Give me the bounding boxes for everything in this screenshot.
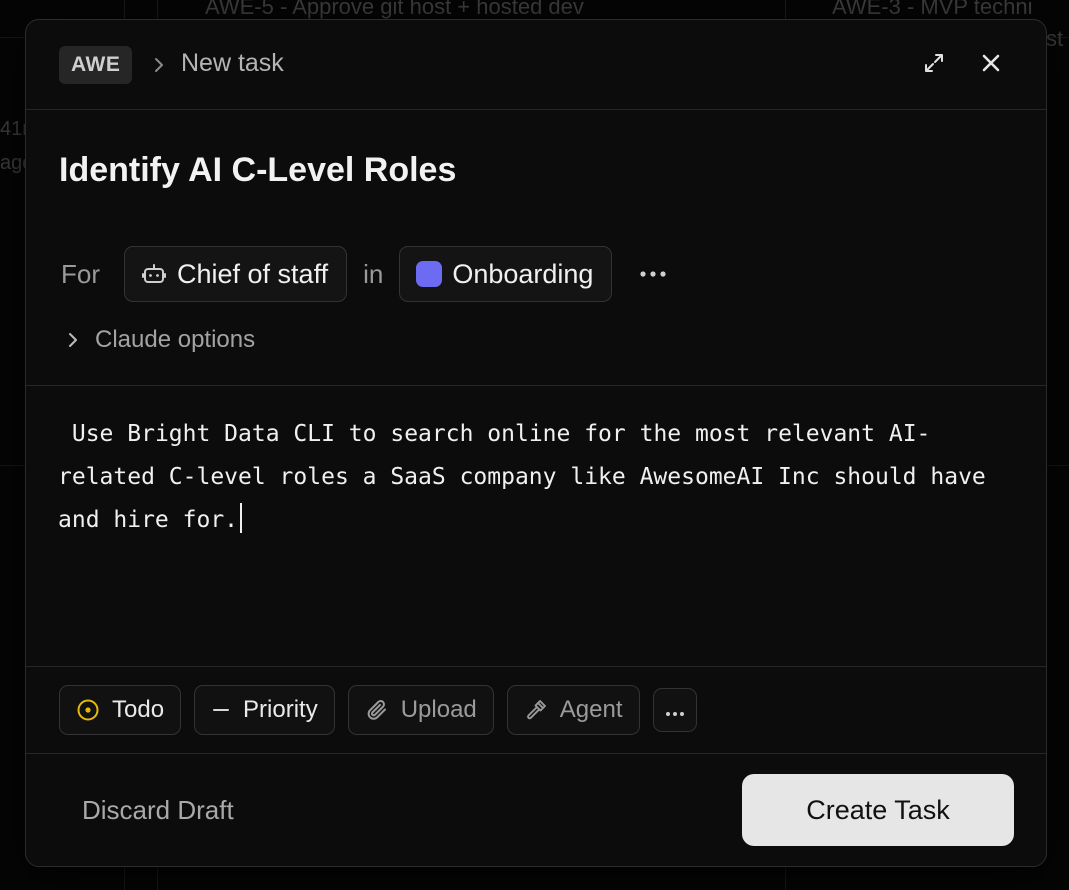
for-label: For xyxy=(61,258,100,289)
section-divider xyxy=(26,666,1046,667)
in-label: in xyxy=(363,258,384,289)
upload-button[interactable]: Upload xyxy=(347,685,494,735)
description-editor[interactable]: Use Bright Data CLI to search online for… xyxy=(58,413,998,542)
project-color-icon xyxy=(416,261,443,287)
expand-button[interactable] xyxy=(919,50,949,80)
agent-label: Agent xyxy=(559,696,623,723)
project-key-badge[interactable]: AWE xyxy=(59,46,133,84)
board-card-title: AWE-3 - MVP techni xyxy=(832,0,1033,19)
breadcrumb-chevron-icon xyxy=(149,48,169,82)
assignee-label: Chief of staff xyxy=(177,258,329,289)
board-card-title: AWE-5 - Approve git host + hosted dev xyxy=(205,0,584,19)
dialog-header: AWE New task xyxy=(26,20,1046,110)
claude-options-toggle[interactable]: Claude options xyxy=(61,326,255,354)
discard-draft-button[interactable]: Discard Draft xyxy=(82,795,234,826)
agent-button[interactable]: Agent xyxy=(506,685,640,735)
chevron-right-icon xyxy=(61,331,85,349)
description-text: Use Bright Data CLI to search online for… xyxy=(58,421,1000,533)
more-options-button[interactable] xyxy=(638,259,668,289)
priority-label: Priority xyxy=(243,696,318,723)
text-caret xyxy=(240,503,243,533)
project-selector[interactable]: Onboarding xyxy=(399,246,613,302)
more-horizontal-icon xyxy=(639,265,667,283)
breadcrumb-title: New task xyxy=(181,49,284,77)
bot-icon xyxy=(141,261,167,287)
more-properties-button[interactable] xyxy=(652,688,697,732)
status-button[interactable]: Todo xyxy=(59,685,182,735)
assignment-row: For Chief of staff in Onboarding xyxy=(61,245,668,303)
section-divider xyxy=(26,753,1046,754)
task-properties-toolbar: Todo Priority Upload Agent xyxy=(59,685,710,735)
paperclip-icon xyxy=(365,698,389,722)
board-card-fragment: st xyxy=(1046,26,1064,51)
section-divider xyxy=(26,385,1046,386)
claude-options-label: Claude options xyxy=(95,326,256,353)
upload-label: Upload xyxy=(400,696,477,723)
status-todo-icon xyxy=(76,698,100,722)
create-task-button[interactable]: Create Task xyxy=(742,774,1014,846)
expand-icon xyxy=(922,51,946,80)
close-button[interactable] xyxy=(976,50,1006,80)
hammer-icon xyxy=(524,698,548,722)
priority-none-icon xyxy=(211,700,231,720)
priority-button[interactable]: Priority xyxy=(194,685,335,735)
assignee-selector[interactable]: Chief of staff xyxy=(124,246,348,302)
more-horizontal-icon xyxy=(665,696,685,724)
task-title-input[interactable]: Identify AI C-Level Roles xyxy=(59,151,456,190)
new-task-dialog: AWE New task Identify AI C-Level Roles F… xyxy=(25,19,1047,867)
status-label: Todo xyxy=(112,696,165,723)
close-icon xyxy=(980,52,1002,79)
project-label: Onboarding xyxy=(452,258,594,289)
